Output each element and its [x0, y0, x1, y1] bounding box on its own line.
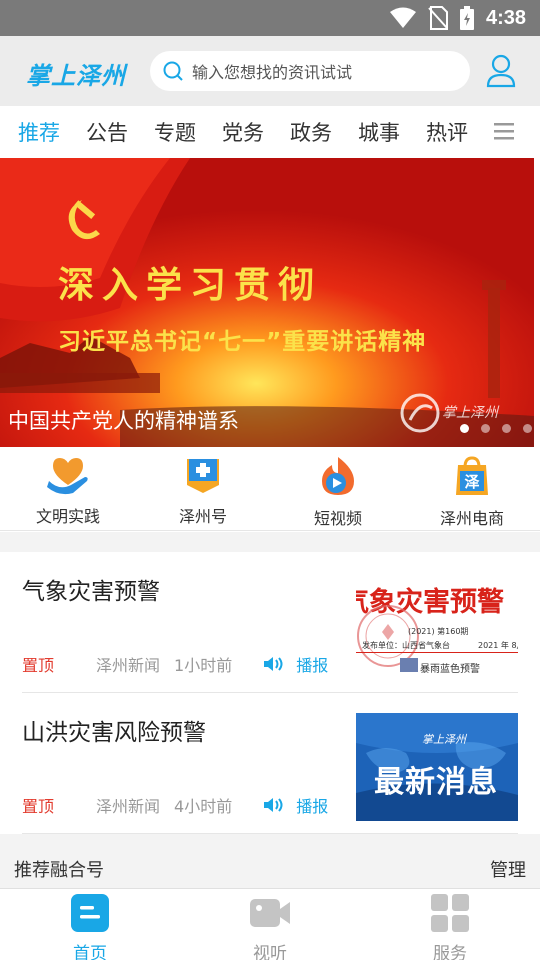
- broadcast-button[interactable]: 播报: [296, 652, 328, 676]
- quick-link-label: 泽州电商: [439, 509, 504, 528]
- article-thumbnail: 气象灾害预警 (2021) 第160期 2021 年 8月 发布单位：山西省气象…: [356, 572, 518, 680]
- list-item-weather-warning[interactable]: 气象灾害预警 置顶 泽州新闻 1小时前 播报 气象灾害预警 (2021) 第16…: [22, 552, 518, 693]
- heart-hand-icon: [47, 458, 88, 495]
- tab-recommend[interactable]: 推荐: [10, 117, 68, 147]
- no-sim-icon: [428, 6, 448, 30]
- thumb-warning-sign: [400, 658, 418, 672]
- manage-button[interactable]: 管理: [490, 856, 526, 882]
- thumb-heading: 最新消息: [374, 765, 498, 800]
- news-list: 气象灾害预警 置顶 泽州新闻 1小时前 播报 气象灾害预警 (2021) 第16…: [0, 552, 540, 834]
- banner-headline: 深入学习贯彻: [58, 265, 323, 306]
- tab-party-affairs[interactable]: 党务: [214, 117, 272, 147]
- thumb-line3: 2021 年 8月: [478, 641, 518, 650]
- recommend-section-header: 推荐融合号 管理: [0, 834, 540, 888]
- quick-link-label: 文明实践: [35, 507, 100, 526]
- broadcast-button[interactable]: 播报: [296, 793, 328, 817]
- status-icons: 4:38: [389, 6, 526, 30]
- tab-topics[interactable]: 专题: [146, 117, 204, 147]
- grid-apps-icon: [431, 894, 469, 932]
- quick-links: 文明实践 泽州号 短视频 泽 泽州电商: [0, 447, 540, 531]
- quick-link-label: 短视频: [313, 509, 362, 528]
- shopping-bag-icon: 泽: [456, 456, 488, 495]
- video-camera-icon: [250, 899, 290, 927]
- carousel-dots: [460, 424, 532, 433]
- user-profile-icon[interactable]: [486, 54, 516, 88]
- pinned-badge: 置顶: [22, 797, 55, 816]
- banner-subline: 习近平总书记“七一”重要讲话精神: [58, 329, 427, 355]
- article-time: 1小时前: [174, 656, 233, 675]
- article-meta: 置顶 泽州新闻 4小时前 播报: [22, 793, 328, 817]
- nav-audio-video[interactable]: 视听: [215, 893, 325, 960]
- thumb-logo: 掌上泽州: [422, 733, 466, 746]
- carousel-dot[interactable]: [481, 424, 490, 433]
- home-icon: [71, 894, 109, 932]
- svg-text:泽: 泽: [464, 473, 479, 491]
- search-placeholder: 输入您想找的资讯试试: [192, 63, 353, 82]
- article-meta: 置顶 泽州新闻 1小时前 播报: [22, 652, 328, 676]
- carousel-dot[interactable]: [523, 424, 532, 433]
- article-source: 泽州新闻: [96, 797, 161, 816]
- video-flame-icon: [322, 457, 354, 495]
- quick-link-civilization-practice[interactable]: 文明实践: [8, 455, 128, 527]
- speaker-icon[interactable]: [264, 656, 286, 672]
- speaker-icon[interactable]: [264, 797, 286, 813]
- recommend-title: 推荐融合号: [14, 860, 104, 881]
- banner-carousel[interactable]: 深入学习贯彻 习近平总书记“七一”重要讲话精神 掌上泽州 中国共产党人的精神谱系: [0, 158, 534, 447]
- search-icon: [163, 61, 183, 81]
- nav-home[interactable]: 首页: [35, 893, 145, 960]
- article-time: 4小时前: [174, 797, 233, 816]
- article-title: 气象灾害预警: [22, 579, 160, 605]
- quick-link-ecommerce[interactable]: 泽 泽州电商: [412, 455, 532, 529]
- menu-icon[interactable]: [494, 122, 514, 140]
- battery-icon: [459, 6, 474, 30]
- search-input[interactable]: 输入您想找的资讯试试: [150, 51, 470, 91]
- app-header: 掌上泽州 输入您想找的资讯试试: [0, 36, 540, 106]
- tab-government[interactable]: 政务: [282, 117, 340, 147]
- article-source: 泽州新闻: [96, 656, 161, 675]
- plus-badge-icon: [187, 459, 219, 493]
- thumb-bottom: 暴雨蓝色预警: [420, 664, 480, 675]
- status-time: 4:38: [485, 6, 526, 29]
- carousel-dot-active[interactable]: [460, 424, 469, 433]
- pinned-badge: 置顶: [22, 656, 55, 675]
- tab-hot-comments[interactable]: 热评: [418, 117, 476, 147]
- tab-announcement[interactable]: 公告: [78, 117, 136, 147]
- banner-watermark: 掌上泽州: [442, 405, 498, 421]
- section-divider: [0, 532, 540, 552]
- quick-link-zezhou-account[interactable]: 泽州号: [143, 455, 263, 527]
- nav-services[interactable]: 服务: [395, 893, 505, 960]
- carousel-dot[interactable]: [502, 424, 511, 433]
- thumb-rule: [356, 652, 518, 653]
- wifi-icon: [389, 7, 416, 28]
- quick-link-label: 泽州号: [178, 507, 227, 526]
- article-title: 山洪灾害风险预警: [22, 720, 206, 746]
- category-tabs: 推荐 公告 专题 党务 政务 城事 热评: [0, 106, 540, 158]
- bottom-navigation: 首页 视听 服务: [0, 888, 540, 960]
- thumb-line2: 发布单位：山西省气象台: [362, 641, 450, 650]
- tab-city[interactable]: 城事: [350, 117, 408, 147]
- list-item-flood-risk[interactable]: 山洪灾害风险预警 置顶 泽州新闻 4小时前 播报 掌上泽州 最新消息: [22, 693, 518, 834]
- article-thumbnail: 掌上泽州 最新消息: [356, 713, 518, 821]
- quick-link-short-video[interactable]: 短视频: [278, 455, 398, 529]
- app-logo: 掌上泽州: [26, 62, 126, 90]
- nav-label: 视听: [253, 944, 287, 960]
- status-bar: 4:38: [0, 0, 540, 36]
- banner-caption: 中国共产党人的精神谱系: [8, 409, 239, 433]
- nav-label: 服务: [433, 944, 467, 960]
- thumb-line1: (2021) 第160期: [408, 627, 469, 636]
- nav-label: 首页: [73, 944, 107, 960]
